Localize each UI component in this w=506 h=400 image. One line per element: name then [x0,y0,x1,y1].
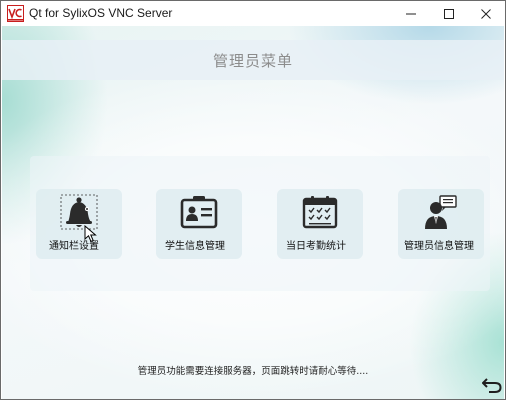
page-title: 管理员菜单 [212,51,293,70]
qt-vnc-app-icon [7,5,24,22]
calendar-icon [302,196,338,229]
window-title: Qt for SylixOS VNC Server [29,6,173,20]
minimize-icon [406,13,416,14]
menu-item-label: 通知栏设置 [49,241,99,252]
app-window: Qt for SylixOS VNC Server 管理员菜单 通知栏设置 学生… [0,0,506,400]
menu-item-notification-settings[interactable]: 通知栏设置 [36,189,122,259]
id-card-icon [180,196,218,229]
menu-item-label: 当日考勤统计 [286,241,346,252]
maximize-icon [444,8,454,19]
menu-item-attendance-stats[interactable]: 当日考勤统计 [277,189,363,259]
main-content: 管理员菜单 通知栏设置 学生信息管理 当日考勤统计 管理员信息管理 管理员功能需… [2,26,504,399]
menu-item-student-info[interactable]: 学生信息管理 [156,189,242,259]
menu-item-label: 学生信息管理 [165,241,225,252]
maximize-button[interactable] [431,1,467,26]
back-arrow-icon[interactable] [482,376,502,394]
title-bar[interactable]: Qt for SylixOS VNC Server [1,1,505,26]
close-icon [481,8,491,19]
server-connection-notice: 管理员功能需要连接服务器，页面跳转时请耐心等待.... [137,366,369,377]
header-bar: 管理员菜单 [2,40,504,80]
minimize-button[interactable] [393,1,429,26]
menu-item-admin-info[interactable]: 管理员信息管理 [398,189,484,259]
admin-user-icon [425,195,457,229]
close-button[interactable] [468,1,504,26]
menu-item-label: 管理员信息管理 [404,241,474,252]
